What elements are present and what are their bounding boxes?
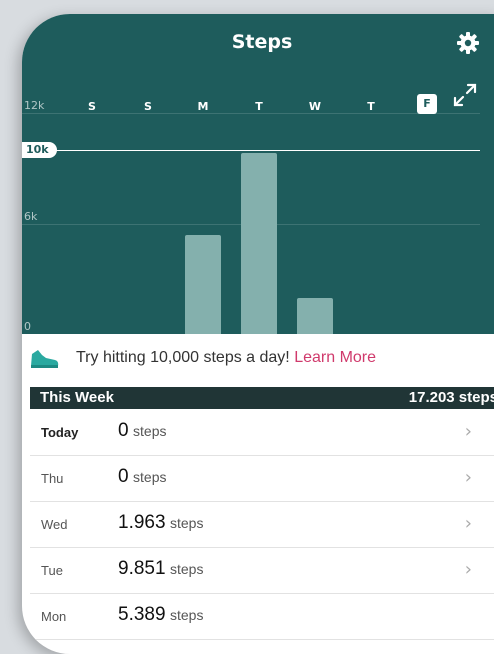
day-row[interactable]: Mon 5.389 steps — [30, 594, 494, 640]
day-row-value: 9.851 steps — [118, 558, 203, 580]
day-list: Today 0 steps › Thu 0 steps › Wed 1.963 steps › T… — [22, 410, 494, 640]
step-unit: steps — [170, 561, 204, 577]
step-count: 9.851 — [118, 558, 166, 579]
day-row-label: Thu — [41, 471, 64, 486]
week-header: This Week 17.203 steps — [30, 387, 494, 409]
step-count: 0 — [118, 420, 129, 441]
goal-line — [22, 149, 480, 152]
grid-line — [22, 113, 480, 114]
step-unit: steps — [133, 423, 167, 439]
tip-message: Try hitting 10,000 steps a day! — [76, 349, 290, 366]
day-row[interactable]: Tue 9.851 steps › — [30, 548, 494, 594]
chart-panel: Steps SSMTWTF 10k 12k 6k 0 — [22, 14, 494, 335]
y-tick-label: 6k — [24, 209, 38, 223]
y-tick-label: 12k — [24, 99, 45, 112]
day-row-value: 5.389 steps — [118, 604, 203, 626]
day-row[interactable]: Wed 1.963 steps › — [30, 502, 494, 548]
bar-t-3[interactable] — [241, 152, 277, 334]
day-row-label: Today — [41, 425, 79, 440]
gear-icon[interactable] — [456, 31, 480, 55]
step-count: 1.963 — [118, 512, 166, 533]
step-count: 5.389 — [118, 604, 166, 625]
day-row-value: 0 steps — [118, 466, 167, 488]
step-unit: steps — [170, 515, 204, 531]
day-row[interactable]: Thu 0 steps › — [30, 456, 494, 502]
chevron-right-icon: › — [464, 467, 472, 488]
day-row-label: Mon — [41, 609, 67, 624]
bar-m-2[interactable] — [185, 234, 221, 334]
steps-screen: Steps SSMTWTF 10k 12k 6k 0 Try hitting 1… — [22, 14, 494, 654]
learn-more-link[interactable]: Learn More — [294, 349, 376, 366]
step-unit: steps — [133, 469, 167, 485]
shoe-icon — [31, 350, 59, 368]
step-unit: steps — [170, 607, 204, 623]
day-row-value: 0 steps — [118, 420, 167, 442]
grid-line — [22, 334, 480, 335]
expand-icon[interactable] — [452, 82, 478, 108]
bar-w-4[interactable] — [297, 297, 333, 334]
day-row-label: Wed — [41, 517, 68, 532]
day-row-label: Tue — [41, 563, 63, 578]
day-row-value: 1.963 steps — [118, 512, 203, 534]
tip-banner: Try hitting 10,000 steps a day! Learn Mo… — [22, 344, 494, 374]
chevron-right-icon: › — [464, 559, 472, 580]
steps-chart: 10k 12k 6k 0 — [22, 99, 480, 335]
day-row[interactable]: Today 0 steps › — [30, 410, 494, 456]
week-total: 17.203 steps — [408, 389, 494, 406]
week-title: This Week — [40, 389, 114, 406]
chevron-right-icon: › — [464, 421, 472, 442]
y-tick-label: 0 — [24, 320, 31, 333]
step-count: 0 — [118, 466, 129, 487]
goal-badge: 10k — [22, 141, 57, 158]
tip-text: Try hitting 10,000 steps a day! Learn Mo… — [76, 349, 376, 367]
chevron-right-icon: › — [464, 513, 472, 534]
page-title: Steps — [231, 31, 293, 53]
